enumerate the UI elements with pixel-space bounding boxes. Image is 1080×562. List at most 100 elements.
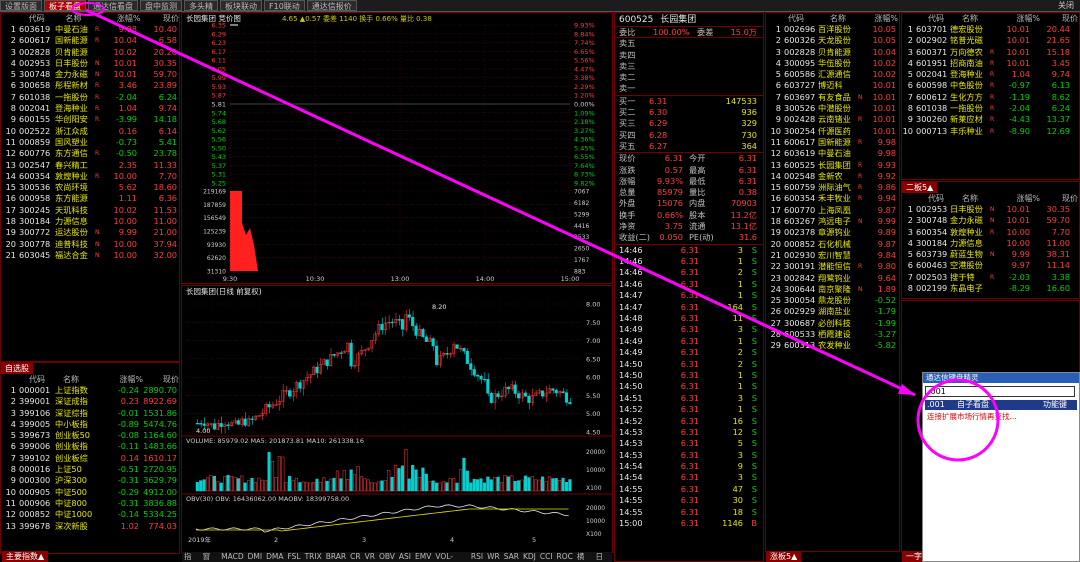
indicator-tab[interactable]: ASI (397, 552, 413, 562)
table-row[interactable]: 1 002953 日丰股份 N 10.01 30.35 (902, 204, 1079, 215)
table-row[interactable]: 4 300184 力源信息 10.00 11.00 (902, 238, 1079, 249)
table-row[interactable]: 5 399673 创业板50 -0.08 1164.60 (1, 430, 179, 441)
col-change[interactable]: 涨幅% (1004, 193, 1040, 204)
col-code[interactable]: 代码 (11, 13, 56, 24)
table-row[interactable]: 9 600155 华创阳安 R -3.99 14.18 (1, 114, 179, 125)
table-row[interactable]: 3 600371 万向德农 R 10.01 15.18 (902, 47, 1079, 58)
indicator-tab[interactable]: DMI (246, 552, 264, 562)
bid-level[interactable]: 买三 6.29 329 (615, 118, 763, 129)
table-row[interactable]: 10 000713 丰乐种业 R -8.90 12.69 (902, 126, 1079, 137)
table-row[interactable]: 10 300254 仟源医药 10.01 (766, 126, 899, 137)
table-row[interactable]: 2 002902 铭普光磁 10.01 21.65 (902, 35, 1079, 46)
indicator-tab[interactable]: FSL (285, 552, 302, 562)
ask-level[interactable]: 卖一 (615, 83, 763, 94)
table-row[interactable]: 6 300658 彤程新材 R 3.46 23.89 (1, 80, 179, 91)
table-row[interactable]: 7 399102 创业板综 0.14 1610.17 (1, 453, 179, 464)
table-row[interactable]: 14 600354 敦煌种业 R 10.00 7.70 (1, 171, 179, 182)
indicator-tab[interactable]: 横断 (575, 552, 594, 562)
col-name[interactable]: 名称 (820, 13, 868, 24)
table-row[interactable]: 23 002842 翔鹭钨业 9.64 (766, 273, 899, 284)
table-row[interactable]: 9 002428 云南锗业 R 10.01 (766, 114, 899, 125)
table-row[interactable]: 11 000906 中证800 -0.31 3836.88 (1, 498, 179, 509)
ask-level[interactable]: 卖四 (615, 50, 763, 61)
table-row[interactable]: 1 002696 百洋股份 10.05 (766, 24, 899, 35)
table-row[interactable]: 6 600598 中色股份 R -0.97 6.13 (902, 80, 1079, 91)
table-row[interactable]: 15 300536 农尚环境 5.62 18.60 (1, 182, 179, 193)
popup-search-input[interactable] (925, 386, 1075, 397)
indicator-tab[interactable]: CCI (538, 552, 555, 562)
col-change[interactable]: 涨幅% (868, 13, 898, 24)
table-row[interactable]: 3 399106 深证综指 -0.01 1531.86 (1, 408, 179, 419)
indicator-tab[interactable]: OBV (377, 552, 397, 562)
bid-level[interactable]: 买一 6.31 147533 (615, 96, 763, 107)
tab-4[interactable]: 多头精 (184, 0, 218, 11)
table-row[interactable]: 5 600586 汇源通信 10.02 (766, 69, 899, 80)
table-row[interactable]: 8 000016 上证50 -0.51 2720.95 (1, 464, 179, 475)
table-row[interactable]: 1 000001 上证指数 -0.24 2890.70 (1, 385, 179, 396)
table-row[interactable]: 4 300095 华伍股份 10.02 (766, 58, 899, 69)
col-price[interactable]: 现价 (141, 13, 179, 24)
table-row[interactable]: 5 300748 金力永磁 N 10.01 59.70 (1, 69, 179, 80)
table-row[interactable]: 10 002522 浙江众成 0.16 6.14 (1, 126, 179, 137)
tab-1[interactable]: 板子看盘 (44, 0, 86, 11)
table-row[interactable]: 17 300245 天玑科技 10.02 11.53 (1, 205, 179, 216)
indicator-tab[interactable]: 指标 (182, 552, 201, 562)
tab-3[interactable]: 盘中监测 (140, 0, 182, 11)
table-row[interactable]: 17 600770 上海凤凰 9.87 (766, 205, 899, 216)
table-row[interactable]: 3 002828 贝肯能源 10.02 20.20 (1, 47, 179, 58)
indicator-tab[interactable]: EMV (413, 552, 433, 562)
table-row[interactable]: 28 600533 栖霞建设 -3.27 (766, 329, 899, 340)
table-row[interactable]: 16 000958 东方能源 1.11 6.36 (1, 193, 179, 204)
table-row[interactable]: 24 300644 南京聚隆 N 1.89 (766, 284, 899, 295)
indicator-tab[interactable]: MACD (219, 552, 245, 562)
table-row[interactable]: 12 600776 东方通信 R -0.50 23.78 (1, 148, 179, 159)
col-name[interactable]: 名称 (954, 193, 1004, 204)
col-price[interactable]: 现价 (1040, 193, 1078, 204)
col-name[interactable]: 名称 (56, 13, 104, 24)
table-row[interactable]: 5 603739 蔚蓝生物 N 9.99 38.31 (902, 249, 1079, 260)
table-row[interactable]: 9 000300 沪深300 -0.31 3629.79 (1, 475, 179, 486)
table-row[interactable]: 2 300748 金力永磁 N 10.01 59.70 (902, 215, 1079, 226)
indicator-tab[interactable]: 日线 (593, 552, 612, 562)
keyboard-genie-popup[interactable]: 通达信键盘精灵 .001 自子看盘 功能键 连接扩展市场行情再查找... (922, 372, 1080, 562)
indicator-tab[interactable]: VOL-TDX (433, 552, 469, 562)
tab-6[interactable]: F10联动 (264, 0, 305, 11)
col-change[interactable]: 涨幅% (1004, 13, 1040, 24)
table-row[interactable]: 18 300184 力源信息 10.00 11.00 (1, 216, 179, 227)
ask-level[interactable]: 卖二 (615, 72, 763, 83)
table-row[interactable]: 27 300687 必创科技 -1.99 (766, 318, 899, 329)
table-row[interactable]: 14 002548 金新农 R 9.92 (766, 171, 899, 182)
table-row[interactable]: 6 603727 博迈科 10.01 (766, 80, 899, 91)
indicator-tab[interactable]: VR (363, 552, 377, 562)
indicator-tab[interactable]: ROC (555, 552, 575, 562)
table-row[interactable]: 11 000859 国风塑业 -0.73 5.41 (1, 137, 179, 148)
table-row[interactable]: 8 002199 东晶电子 -8.29 16.60 (902, 283, 1079, 294)
table-row[interactable]: 8 002041 登海种业 R 1.04 9.74 (1, 103, 179, 114)
col-price[interactable]: 现价 (143, 374, 179, 385)
table-row[interactable]: 12 000852 中证1000 -0.14 5334.25 (1, 509, 179, 520)
table-row[interactable]: 18 603267 鸿远电子 N 9.99 (766, 216, 899, 227)
table-row[interactable]: 25 300054 鼎龙股份 -0.52 (766, 295, 899, 306)
col-code[interactable]: 代码 (11, 374, 57, 385)
table-row[interactable]: 22 300191 潜能恒信 R 9.80 (766, 261, 899, 272)
table-row[interactable]: 7 002503 搜于特 R -2.03 3.38 (902, 272, 1079, 283)
table-row[interactable]: 5 002041 登海种业 R 1.04 9.74 (902, 69, 1079, 80)
col-change[interactable]: 涨幅% (104, 13, 141, 24)
table-row[interactable]: 26 002929 湖南盐业 -1.79 (766, 306, 899, 317)
table-row[interactable]: 7 601038 一拖股份 R -2.04 6.24 (1, 92, 179, 103)
table-row[interactable]: 7 603697 有友食品 N 10.01 (766, 92, 899, 103)
popup-result-row[interactable]: .001 自子看盘 功能键 (925, 400, 1077, 410)
tab-5[interactable]: 板块联动 (220, 0, 262, 11)
col-change[interactable]: 涨幅% (109, 374, 143, 385)
col-code[interactable]: 代码 (910, 13, 954, 24)
table-row[interactable]: 19 002378 章源钨业 9.89 (766, 227, 899, 238)
bid-level[interactable]: 买五 6.27 364 (615, 141, 763, 152)
indicator-tab[interactable]: BRAR (324, 552, 348, 562)
table-row[interactable]: 6 399006 创业板指 -0.11 1483.66 (1, 441, 179, 452)
table-row[interactable]: 16 600354 禾丰牧业 R 9.94 (766, 193, 899, 204)
kline-chart[interactable]: 长园集团(日线 前复权) 8.00 7.50 7.00 6.50 6.00 5.50 5.00… (181, 285, 613, 553)
table-row[interactable]: 13 600525 长园集团 R 9.93 (766, 160, 899, 171)
table-row[interactable]: 6 600463 空港股份 9.97 11.14 (902, 260, 1079, 271)
right-mid-title[interactable]: 二板5▲ (902, 182, 938, 193)
bid-level[interactable]: 买二 6.30 936 (615, 107, 763, 118)
